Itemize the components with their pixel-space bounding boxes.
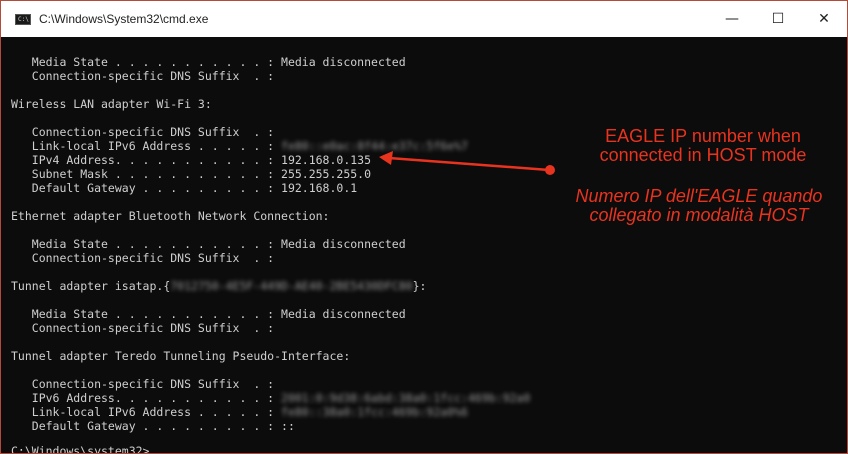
annotation-italian-line1: Numero IP dell'EAGLE quando: [575, 186, 823, 206]
annotation-italian: Numero IP dell'EAGLE quando collegato in…: [553, 187, 845, 225]
minimize-icon: —: [725, 11, 739, 27]
arrow-line: [388, 156, 550, 172]
close-icon: ✕: [818, 11, 830, 27]
window-title: C:\Windows\System32\cmd.exe: [39, 12, 209, 26]
annotation-english-line1: EAGLE IP number when: [605, 126, 801, 146]
annotation-arrow: [379, 151, 555, 175]
arrow-start-dot: [545, 165, 555, 175]
console-output[interactable]: Media State . . . . . . . . . . . : Medi…: [1, 37, 847, 453]
cmd-app-icon[interactable]: C:\: [15, 14, 31, 25]
arrow-head: [379, 151, 393, 165]
cmd-window: C:\ C:\Windows\System32\cmd.exe — ☐ ✕ Me…: [0, 0, 848, 454]
minimize-button[interactable]: —: [709, 1, 755, 37]
annotation-english-line2: connected in HOST mode: [599, 145, 807, 165]
annotation-italian-line2: collegato in modalità HOST: [589, 205, 809, 225]
maximize-icon: ☐: [771, 11, 785, 27]
annotation-english: EAGLE IP number when connected in HOST m…: [573, 127, 833, 165]
maximize-button[interactable]: ☐: [755, 1, 801, 37]
close-button[interactable]: ✕: [801, 1, 847, 37]
cmd-icon-label: C:\: [18, 16, 29, 23]
title-bar[interactable]: C:\ C:\Windows\System32\cmd.exe — ☐ ✕: [1, 1, 847, 37]
